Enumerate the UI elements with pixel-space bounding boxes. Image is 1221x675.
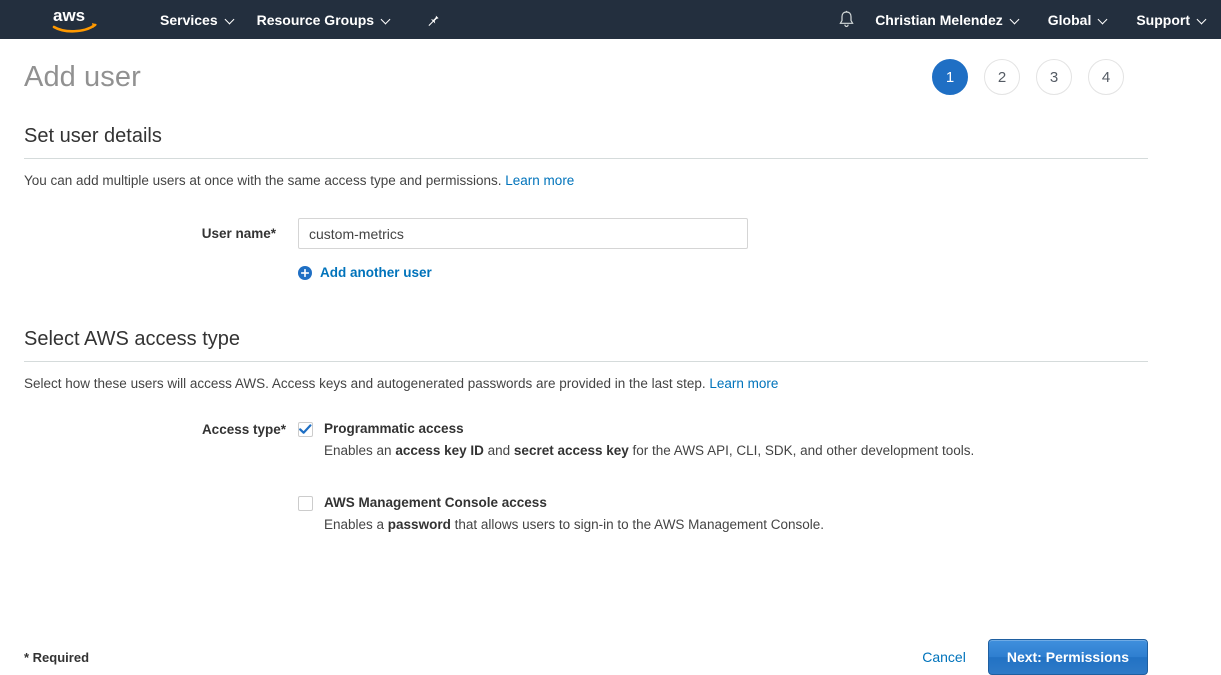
section-divider <box>24 158 1148 159</box>
desc-part: Enables a <box>324 517 388 532</box>
nav-item-account-label: Christian Melendez <box>875 12 1003 28</box>
access-type-options: Programmatic access Enables an access ke… <box>298 419 1197 555</box>
nav-item-region[interactable]: Global <box>1034 0 1123 39</box>
access-type-description: Select how these users will access AWS. … <box>24 376 1197 391</box>
desc-part: for the AWS API, CLI, SDK, and other dev… <box>629 443 974 458</box>
username-control: Add another user <box>298 218 1197 280</box>
page-header: Add user 1 2 3 4 <box>24 39 1197 101</box>
set-user-details-description-text: You can add multiple users at once with … <box>24 173 502 188</box>
learn-more-link-details[interactable]: Learn more <box>505 173 574 188</box>
step-3-label: 3 <box>1050 69 1058 86</box>
top-navigation-bar: aws Services Resource Groups <box>0 0 1221 39</box>
console-access-checkbox[interactable] <box>298 496 313 511</box>
page-content: Add user 1 2 3 4 Set user details You ca… <box>0 39 1221 555</box>
step-indicator: 1 2 3 4 <box>932 59 1197 95</box>
step-2[interactable]: 2 <box>984 59 1020 95</box>
step-2-label: 2 <box>998 69 1006 86</box>
username-label: User name* <box>24 218 298 241</box>
programmatic-access-checkbox[interactable] <box>298 422 313 437</box>
nav-item-services-label: Services <box>160 12 218 28</box>
step-3[interactable]: 3 <box>1036 59 1072 95</box>
plus-circle-icon <box>298 266 312 280</box>
nav-item-support[interactable]: Support <box>1122 0 1221 39</box>
nav-item-resource-groups[interactable]: Resource Groups <box>246 0 402 39</box>
step-1[interactable]: 1 <box>932 59 968 95</box>
learn-more-link-access[interactable]: Learn more <box>709 376 778 391</box>
desc-part-bold: secret access key <box>514 443 629 458</box>
nav-item-account[interactable]: Christian Melendez <box>861 0 1034 39</box>
access-type-row: Access type* Programmatic access Enables… <box>24 419 1197 555</box>
username-input[interactable] <box>298 218 748 249</box>
svg-text:aws: aws <box>53 6 85 25</box>
page-title: Add user <box>24 61 141 94</box>
desc-part: that allows users to sign-in to the AWS … <box>451 517 824 532</box>
desc-part-bold: password <box>388 517 451 532</box>
chevron-down-icon <box>226 15 235 24</box>
chevron-down-icon <box>1099 15 1108 24</box>
next-permissions-button[interactable]: Next: Permissions <box>988 639 1148 675</box>
desc-part: and <box>484 443 514 458</box>
nav-item-support-label: Support <box>1136 12 1190 28</box>
programmatic-access-description: Enables an access key ID and secret acce… <box>324 440 974 461</box>
set-user-details-heading: Set user details <box>24 125 1197 158</box>
option-programmatic-access: Programmatic access Enables an access ke… <box>298 419 1197 461</box>
programmatic-access-title[interactable]: Programmatic access <box>324 419 974 439</box>
page-footer: * Required Cancel Next: Permissions <box>24 639 1197 675</box>
required-note: * Required <box>24 650 89 665</box>
chevron-down-icon <box>1011 15 1020 24</box>
bell-icon[interactable] <box>831 0 861 39</box>
console-access-description: Enables a password that allows users to … <box>324 514 824 535</box>
console-access-title[interactable]: AWS Management Console access <box>324 493 824 513</box>
access-type-description-text: Select how these users will access AWS. … <box>24 376 706 391</box>
chevron-down-icon <box>382 15 391 24</box>
section-divider <box>24 361 1148 362</box>
nav-item-services[interactable]: Services <box>149 0 246 39</box>
access-type-label: Access type* <box>24 419 298 437</box>
programmatic-access-text: Programmatic access Enables an access ke… <box>324 419 974 461</box>
set-user-details-description: You can add multiple users at once with … <box>24 173 1197 188</box>
nav-left-group: aws Services Resource Groups <box>0 0 440 39</box>
cancel-button[interactable]: Cancel <box>922 649 966 665</box>
step-4[interactable]: 4 <box>1088 59 1124 95</box>
nav-right-group: Christian Melendez Global Support <box>831 0 1221 39</box>
footer-actions: Cancel Next: Permissions <box>922 639 1197 675</box>
add-another-user-button[interactable]: Add another user <box>298 265 432 280</box>
add-another-user-label: Add another user <box>320 265 432 280</box>
nav-item-region-label: Global <box>1048 12 1092 28</box>
chevron-down-icon <box>1198 15 1207 24</box>
option-console-access: AWS Management Console access Enables a … <box>298 493 1197 535</box>
username-row: User name* Add another user <box>24 218 1197 280</box>
aws-logo[interactable]: aws <box>48 0 102 39</box>
console-access-text: AWS Management Console access Enables a … <box>324 493 824 535</box>
desc-part-bold: access key ID <box>395 443 484 458</box>
step-1-label: 1 <box>946 69 954 86</box>
access-type-heading: Select AWS access type <box>24 328 1197 361</box>
nav-item-resource-groups-label: Resource Groups <box>257 12 374 28</box>
step-4-label: 4 <box>1102 69 1110 86</box>
desc-part: Enables an <box>324 443 395 458</box>
pin-icon[interactable] <box>424 12 440 28</box>
